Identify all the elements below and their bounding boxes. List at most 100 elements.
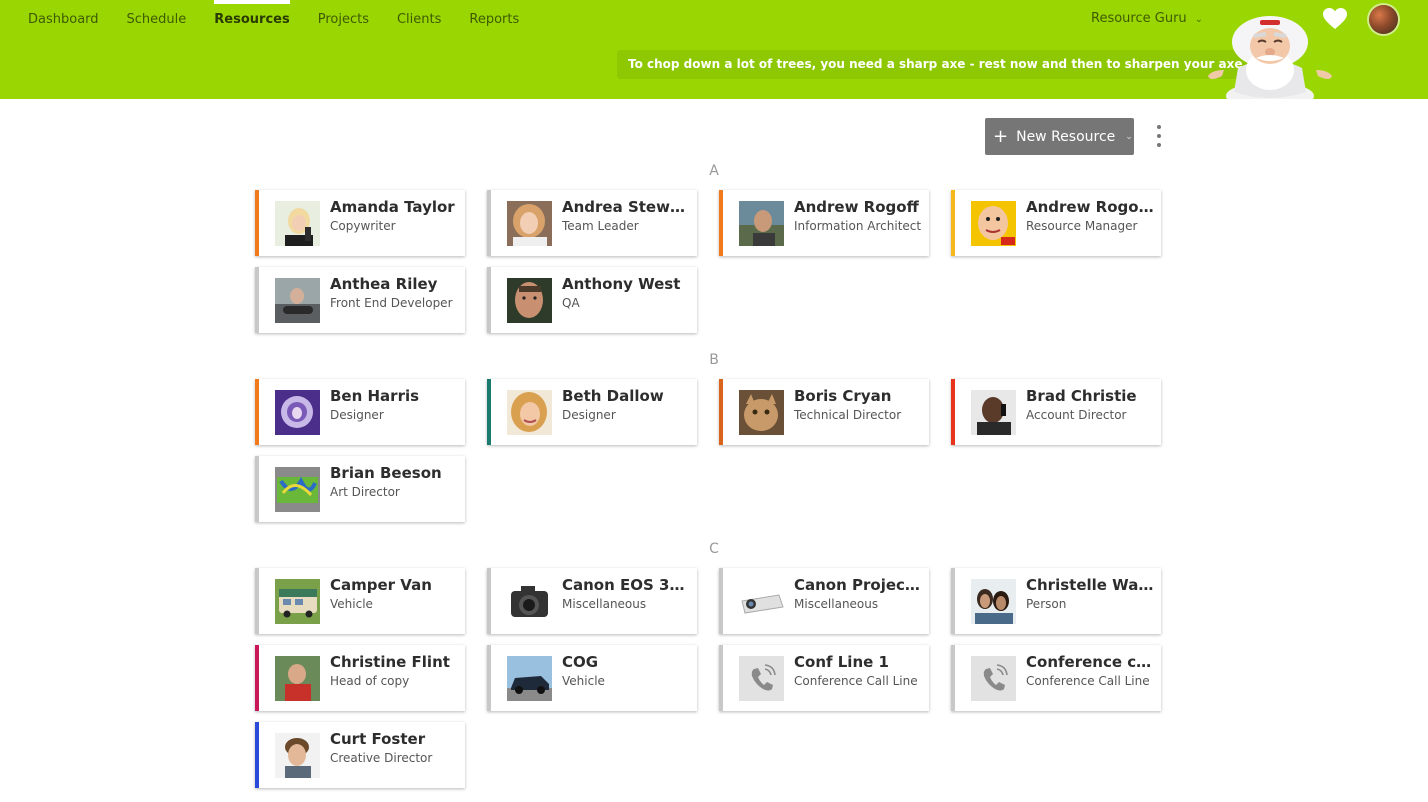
resource-name: Curt Foster <box>330 730 426 748</box>
nav-resources[interactable]: Resources <box>214 0 291 40</box>
resource-name: Anthea Riley <box>330 275 438 293</box>
resource-card[interactable]: Anthea Riley Front End Developer <box>255 267 465 333</box>
resource-name: Ben Harris <box>330 387 420 405</box>
resource-name: Amanda Taylor <box>330 198 455 216</box>
resource-name: Conf Line 1 <box>794 653 889 671</box>
resource-role: Creative Director <box>330 751 433 765</box>
group-heading-c: C <box>709 541 719 557</box>
resource-name: Christine Flint <box>330 653 450 671</box>
resource-card[interactable]: Camper Van Vehicle <box>255 568 465 634</box>
resource-name: Andrea Stewart <box>562 198 692 216</box>
avatar <box>507 656 552 701</box>
new-resource-label: New Resource <box>1016 128 1116 145</box>
avatar <box>507 579 552 624</box>
resource-card[interactable]: Anthony West QA <box>487 267 697 333</box>
nav-clients[interactable]: Clients <box>397 0 441 40</box>
resource-name: Camper Van <box>330 576 432 594</box>
resource-role: Front End Developer <box>330 296 453 310</box>
group-heading-a: A <box>709 163 719 179</box>
resource-card[interactable]: Christelle Wat... Person <box>951 568 1161 634</box>
resource-name: Andrew Rogoff <box>794 198 919 216</box>
resource-name: COG <box>562 653 599 671</box>
user-avatar[interactable] <box>1369 5 1398 34</box>
avatar <box>507 390 552 435</box>
nav-schedule[interactable]: Schedule <box>127 0 187 40</box>
guru-quote: To chop down a lot of trees, you need a … <box>617 50 1261 79</box>
account-menu[interactable]: Resource Guru ⌄ <box>1091 11 1203 26</box>
avatar <box>739 201 784 246</box>
resource-role: Vehicle <box>562 674 605 688</box>
resource-name: Brian Beeson <box>330 464 442 482</box>
resource-card[interactable]: Andrew Rogof... Resource Manager <box>951 190 1161 256</box>
resource-role: Miscellaneous <box>562 597 647 611</box>
resource-role: Head of copy <box>330 674 410 688</box>
avatar <box>739 390 784 435</box>
resource-card[interactable]: Brad Christie Account Director <box>951 379 1161 445</box>
resource-card[interactable]: Canon EOS 35... Miscellaneous <box>487 568 697 634</box>
avatar <box>971 201 1016 246</box>
more-options-icon[interactable] <box>1151 122 1167 152</box>
avatar <box>275 579 320 624</box>
nav-projects[interactable]: Projects <box>318 0 369 40</box>
phone-icon <box>739 656 784 701</box>
resource-role: QA <box>562 296 580 310</box>
resource-name: Christelle Wat... <box>1026 576 1156 594</box>
resource-card[interactable]: Canon Projector Miscellaneous <box>719 568 929 634</box>
plus-icon: + <box>993 125 1009 147</box>
avatar <box>739 579 784 624</box>
group-heading-b: B <box>709 352 719 368</box>
avatar <box>275 467 320 512</box>
resource-name: Andrew Rogof... <box>1026 198 1156 216</box>
avatar <box>507 278 552 323</box>
resource-card[interactable]: Brian Beeson Art Director <box>255 456 465 522</box>
avatar <box>971 579 1016 624</box>
account-label: Resource Guru <box>1091 11 1187 26</box>
resource-card[interactable]: Curt Foster Creative Director <box>255 722 465 788</box>
avatar <box>275 390 320 435</box>
resource-card[interactable]: Ben Harris Designer <box>255 379 465 445</box>
avatar <box>275 733 320 778</box>
resource-role: Resource Manager <box>1026 219 1138 233</box>
resource-card[interactable]: Conference ca... Conference Call Line <box>951 645 1161 711</box>
resource-card[interactable]: Conf Line 1 Conference Call Line <box>719 645 929 711</box>
resource-name: Conference ca... <box>1026 653 1156 671</box>
resource-role: Account Director <box>1026 408 1127 422</box>
resource-name: Boris Cryan <box>794 387 892 405</box>
resource-card[interactable]: Beth Dallow Designer <box>487 379 697 445</box>
resource-role: Vehicle <box>330 597 373 611</box>
nav-reports[interactable]: Reports <box>469 0 519 40</box>
phone-icon <box>971 656 1016 701</box>
resource-name: Canon EOS 35... <box>562 576 692 594</box>
top-bar: Dashboard Schedule Resources Projects Cl… <box>0 0 1428 99</box>
resource-role: Information Architect <box>794 219 922 233</box>
resource-card[interactable]: Andrew Rogoff Information Architect <box>719 190 929 256</box>
resource-role: Person <box>1026 597 1067 611</box>
chevron-down-icon: ⌄ <box>1125 131 1133 142</box>
avatar <box>275 201 320 246</box>
resource-name: Beth Dallow <box>562 387 664 405</box>
resource-role: Copywriter <box>330 219 396 233</box>
resource-card[interactable]: Boris Cryan Technical Director <box>719 379 929 445</box>
resource-card[interactable]: Christine Flint Head of copy <box>255 645 465 711</box>
resource-role: Conference Call Line <box>1026 674 1150 688</box>
resource-role: Technical Director <box>794 408 902 422</box>
main-nav: Dashboard Schedule Resources Projects Cl… <box>28 0 547 40</box>
avatar <box>275 656 320 701</box>
resource-role: Miscellaneous <box>794 597 879 611</box>
avatar <box>507 201 552 246</box>
avatar <box>971 390 1016 435</box>
resource-card[interactable]: Amanda Taylor Copywriter <box>255 190 465 256</box>
avatar <box>275 278 320 323</box>
resource-name: Anthony West <box>562 275 681 293</box>
resource-role: Team Leader <box>562 219 639 233</box>
resource-name: Canon Projector <box>794 576 924 594</box>
resource-role: Art Director <box>330 485 400 499</box>
nav-dashboard[interactable]: Dashboard <box>28 0 99 40</box>
resource-card[interactable]: Andrea Stewart Team Leader <box>487 190 697 256</box>
guru-mascot-icon <box>1208 16 1332 99</box>
new-resource-button[interactable]: + New Resource ⌄ <box>985 118 1134 155</box>
resource-role: Designer <box>562 408 616 422</box>
resource-name: Brad Christie <box>1026 387 1137 405</box>
resource-card[interactable]: COG Vehicle <box>487 645 697 711</box>
resource-role: Conference Call Line <box>794 674 918 688</box>
